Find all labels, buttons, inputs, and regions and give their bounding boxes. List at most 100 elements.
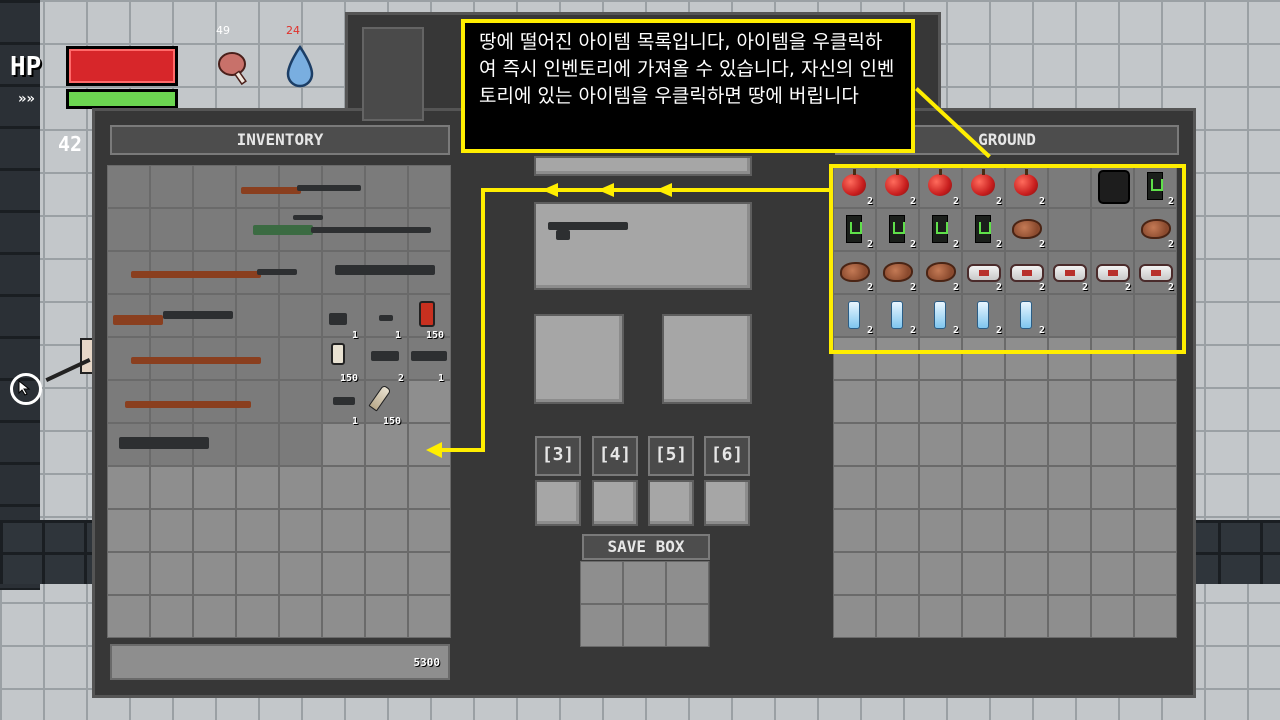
- ground-cell[interactable]: [876, 552, 919, 595]
- ground-cell[interactable]: [876, 466, 919, 509]
- ground-cell[interactable]: [919, 595, 962, 638]
- pump-shotgun-item[interactable]: [113, 315, 163, 325]
- hotkey-slot-4[interactable]: [592, 480, 638, 526]
- inventory-cell[interactable]: [150, 595, 193, 638]
- ground-cell[interactable]: [1048, 466, 1091, 509]
- water-value: 24: [286, 24, 300, 37]
- ground-cell[interactable]: [1091, 509, 1134, 552]
- equipment-slot-left[interactable]: [534, 314, 624, 404]
- primary-weapon-slot[interactable]: [534, 202, 752, 290]
- inventory-cell[interactable]: [193, 595, 236, 638]
- ground-cell[interactable]: [1134, 509, 1177, 552]
- ground-cell[interactable]: [1005, 509, 1048, 552]
- shell-ammo-item[interactable]: [419, 301, 435, 327]
- ground-cell[interactable]: [1048, 509, 1091, 552]
- inventory-cell[interactable]: [236, 466, 279, 509]
- food-value: 49: [216, 24, 230, 37]
- ground-cell[interactable]: [833, 380, 876, 423]
- ground-cell[interactable]: [1091, 552, 1134, 595]
- ground-cell[interactable]: [1048, 552, 1091, 595]
- ground-cell[interactable]: [919, 509, 962, 552]
- inventory-cell[interactable]: [236, 552, 279, 595]
- ground-cell[interactable]: [962, 552, 1005, 595]
- ground-cell[interactable]: [919, 552, 962, 595]
- ground-cell[interactable]: [1005, 423, 1048, 466]
- inventory-cell[interactable]: [279, 466, 322, 509]
- ground-cell[interactable]: [876, 423, 919, 466]
- ground-cell[interactable]: [1005, 466, 1048, 509]
- ground-cell[interactable]: [833, 595, 876, 638]
- inventory-cell[interactable]: [279, 552, 322, 595]
- hunting-rifle-item[interactable]: [131, 271, 261, 278]
- inventory-cell[interactable]: [150, 466, 193, 509]
- ground-cell[interactable]: [962, 595, 1005, 638]
- inventory-cell[interactable]: [236, 509, 279, 552]
- ground-cell[interactable]: [876, 595, 919, 638]
- shotgun-barrel: [297, 185, 361, 191]
- ground-cell[interactable]: [1134, 380, 1177, 423]
- ground-cell[interactable]: [1091, 423, 1134, 466]
- equipment-slot-top[interactable]: [534, 156, 752, 176]
- ground-cell[interactable]: [1048, 423, 1091, 466]
- food-icon: [218, 52, 247, 86]
- ground-cell[interactable]: [1134, 595, 1177, 638]
- inventory-cell[interactable]: [107, 466, 150, 509]
- hotkey-slot-5[interactable]: [648, 480, 694, 526]
- ground-cell[interactable]: [876, 509, 919, 552]
- ground-cell[interactable]: [1091, 380, 1134, 423]
- save-box-cell[interactable]: [623, 561, 666, 604]
- rocket-launcher-item[interactable]: [119, 437, 209, 449]
- ground-cell[interactable]: [962, 380, 1005, 423]
- ground-cell[interactable]: [1134, 466, 1177, 509]
- ground-cell[interactable]: [1048, 380, 1091, 423]
- ground-cell[interactable]: [1091, 595, 1134, 638]
- ammo-box-item[interactable]: [331, 343, 345, 365]
- inventory-cell[interactable]: [279, 595, 322, 638]
- shotgun-item[interactable]: [241, 187, 301, 194]
- save-box-cell[interactable]: [580, 604, 623, 647]
- ground-cell[interactable]: [1134, 423, 1177, 466]
- ground-cell[interactable]: [962, 466, 1005, 509]
- equipment-slot-right[interactable]: [662, 314, 752, 404]
- save-box-cell[interactable]: [580, 561, 623, 604]
- ground-cell[interactable]: [919, 423, 962, 466]
- inventory-cell[interactable]: [279, 509, 322, 552]
- ground-cell[interactable]: [1005, 595, 1048, 638]
- save-box-cell[interactable]: [666, 561, 709, 604]
- ground-cell[interactable]: [919, 466, 962, 509]
- save-box-cell[interactable]: [666, 604, 709, 647]
- ground-cell[interactable]: [876, 380, 919, 423]
- smg-item[interactable]: [379, 315, 393, 321]
- save-box-cell[interactable]: [623, 604, 666, 647]
- ground-cell[interactable]: [962, 423, 1005, 466]
- ground-cell[interactable]: [833, 552, 876, 595]
- inventory-cell[interactable]: [107, 552, 150, 595]
- ground-cell[interactable]: [1048, 595, 1091, 638]
- inventory-cell[interactable]: [150, 552, 193, 595]
- top-slot[interactable]: [362, 27, 424, 121]
- bolt-rifle-item[interactable]: [125, 401, 251, 408]
- ground-cell[interactable]: [1005, 552, 1048, 595]
- inventory-cell[interactable]: [107, 595, 150, 638]
- ground-cell[interactable]: [1005, 380, 1048, 423]
- save-box-grid[interactable]: [580, 561, 710, 647]
- hotkey-slot-6[interactable]: [704, 480, 750, 526]
- pistol-item[interactable]: [329, 313, 347, 325]
- inventory-cell[interactable]: [193, 509, 236, 552]
- ground-cell[interactable]: [1134, 552, 1177, 595]
- inventory-cell[interactable]: [236, 595, 279, 638]
- ground-cell[interactable]: [833, 466, 876, 509]
- inventory-cell[interactable]: [193, 552, 236, 595]
- ground-cell[interactable]: [833, 423, 876, 466]
- hotkey-slot-3[interactable]: [535, 480, 581, 526]
- ground-cell[interactable]: [919, 380, 962, 423]
- ground-cell[interactable]: [962, 509, 1005, 552]
- inventory-cell[interactable]: [150, 509, 193, 552]
- inventory-cell[interactable]: [107, 509, 150, 552]
- ground-cell[interactable]: [833, 509, 876, 552]
- inventory-cell[interactable]: [193, 466, 236, 509]
- lever-rifle-item[interactable]: [131, 357, 261, 364]
- ground-cell[interactable]: [1091, 466, 1134, 509]
- sniper-rifle-item[interactable]: [253, 225, 313, 235]
- assault-rifle-item[interactable]: [335, 265, 435, 275]
